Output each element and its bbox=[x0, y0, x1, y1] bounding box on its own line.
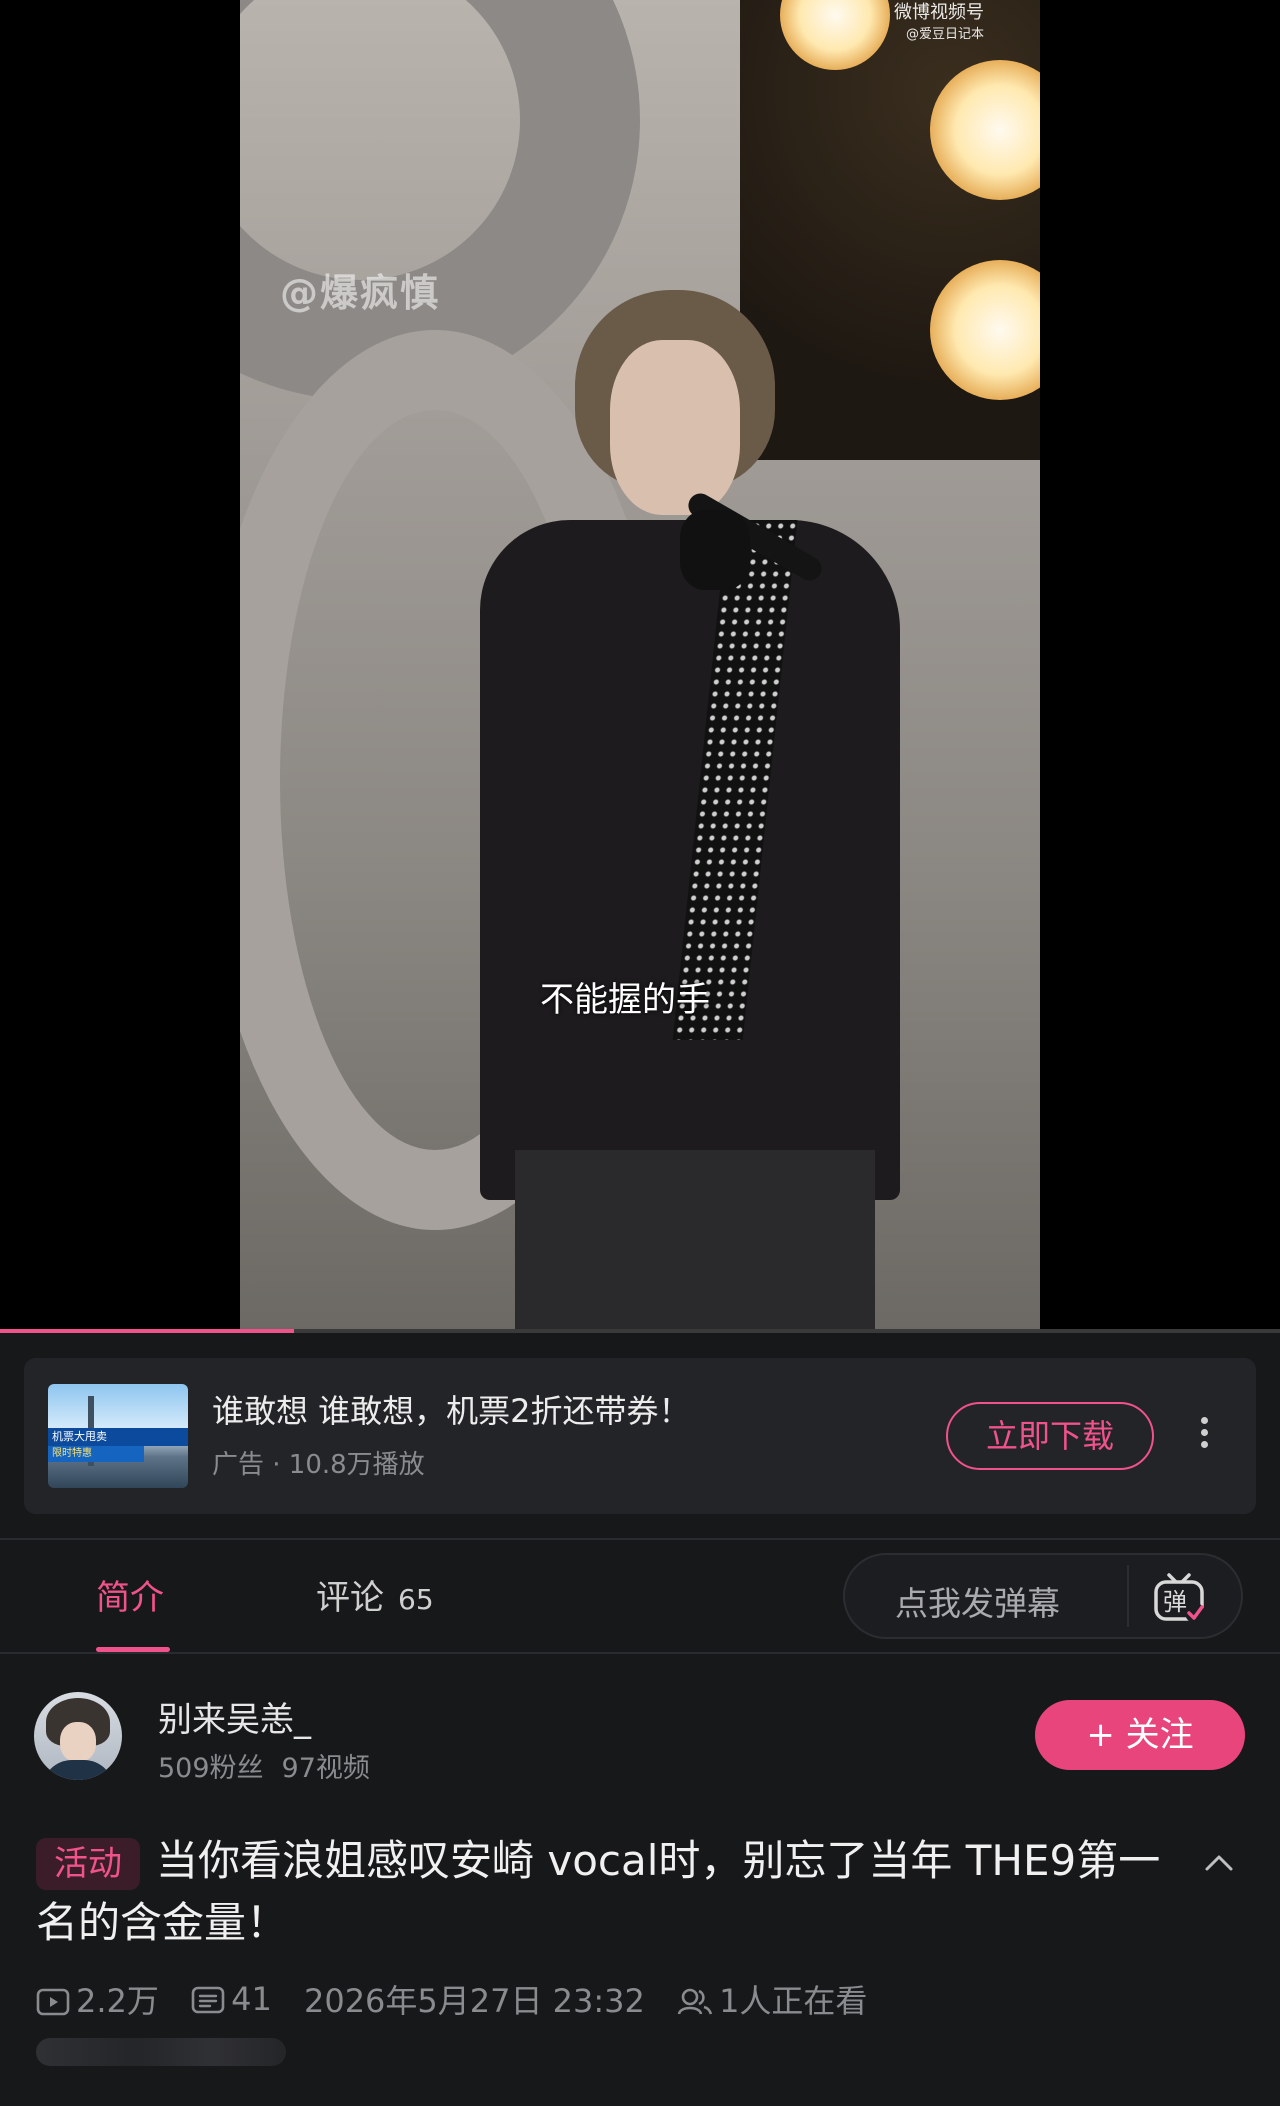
danmaku-count: 41 bbox=[191, 1980, 272, 2018]
tab-intro[interactable]: 简介 bbox=[96, 1570, 164, 1619]
ad-card[interactable]: 机票大甩卖 限时特惠 谁敢想 谁敢想，机票2折还带券！ 广告 · 10.8万播放… bbox=[24, 1358, 1256, 1514]
ad-thumb-subtext: 限时特惠 bbox=[48, 1446, 144, 1462]
singer-figure bbox=[480, 520, 900, 1200]
chevron-up-icon[interactable] bbox=[1204, 1848, 1234, 1878]
post-title: 当你看浪姐感叹安崎 vocal时，别忘了当年 THE9第一名的含金量！ bbox=[36, 1836, 1161, 1947]
watching-now: 1人正在看 bbox=[677, 1976, 867, 2022]
follow-button[interactable]: + 关注 bbox=[1035, 1700, 1245, 1770]
ad-title[interactable]: 谁敢想 谁敢想，机票2折还带券！ bbox=[212, 1386, 691, 1432]
video-progress-fill bbox=[0, 1329, 295, 1333]
singer-face bbox=[610, 340, 740, 515]
video-subtitle: 不能握的手 bbox=[540, 980, 710, 1020]
play-count: 2.2万 bbox=[36, 1976, 159, 2022]
danmaku-toggle-icon[interactable]: 弹 bbox=[1151, 1569, 1207, 1625]
danmaku-count-icon bbox=[191, 1986, 225, 2014]
video-progress-bar[interactable] bbox=[0, 1329, 1280, 1333]
publish-datetime: 2026年5月27日 23:32 bbox=[303, 1982, 645, 2020]
activity-tag[interactable]: 活动 bbox=[36, 1838, 140, 1890]
play-count-icon bbox=[36, 1988, 70, 2016]
post-title-block: 活动 当你看浪姐感叹安崎 vocal时，别忘了当年 THE9第一名的含金量！ bbox=[36, 1830, 1186, 1954]
tab-comments[interactable]: 评论 65 bbox=[316, 1570, 434, 1619]
uploader-name[interactable]: 别来吴恙_ bbox=[158, 1692, 311, 1741]
video-frame[interactable]: 微博视频号 @爱豆日记本 @爆疯慎 不能握的手 bbox=[240, 0, 1040, 1333]
video-meta-row: 2.2万 41 2026年5月27日 23:32 1人正在看 bbox=[36, 1976, 889, 2020]
video-watermark-top: 微博视频号 @爱豆日记本 bbox=[894, 2, 984, 42]
danmaku-input[interactable]: 点我发弹幕 弹 bbox=[843, 1553, 1243, 1639]
divider bbox=[1127, 1565, 1129, 1627]
download-button[interactable]: 立即下载 bbox=[946, 1402, 1154, 1470]
more-vertical-icon[interactable] bbox=[1194, 1412, 1214, 1462]
ad-thumbnail[interactable]: 机票大甩卖 限时特惠 bbox=[48, 1384, 188, 1488]
divider bbox=[0, 1538, 1280, 1540]
blurred-tags-row bbox=[36, 2038, 286, 2066]
danmaku-icon-label: 弹 bbox=[1163, 1588, 1187, 1616]
singer-hand bbox=[680, 510, 750, 590]
tab-comments-label: 评论 bbox=[316, 1578, 384, 1618]
divider bbox=[0, 1652, 1280, 1654]
video-count: 97视频 bbox=[281, 1753, 370, 1784]
video-watermark-mid: @爆疯慎 bbox=[280, 271, 441, 315]
ad-thumb-text: 机票大甩卖 bbox=[48, 1428, 188, 1446]
viewers-icon bbox=[677, 1988, 713, 2015]
danmaku-placeholder: 点我发弹幕 bbox=[895, 1584, 1060, 1623]
singer-pants bbox=[515, 1150, 875, 1333]
tab-comments-count: 65 bbox=[398, 1583, 434, 1616]
uploader-stats: 509粉丝 97视频 bbox=[158, 1746, 370, 1785]
video-player[interactable]: 微博视频号 @爱豆日记本 @爆疯慎 不能握的手 bbox=[0, 0, 1280, 1333]
fans-count: 509粉丝 bbox=[158, 1753, 264, 1784]
stage-lights bbox=[740, 0, 1040, 460]
avatar[interactable] bbox=[34, 1692, 122, 1780]
ad-meta: 广告 · 10.8万播放 bbox=[212, 1450, 425, 1480]
